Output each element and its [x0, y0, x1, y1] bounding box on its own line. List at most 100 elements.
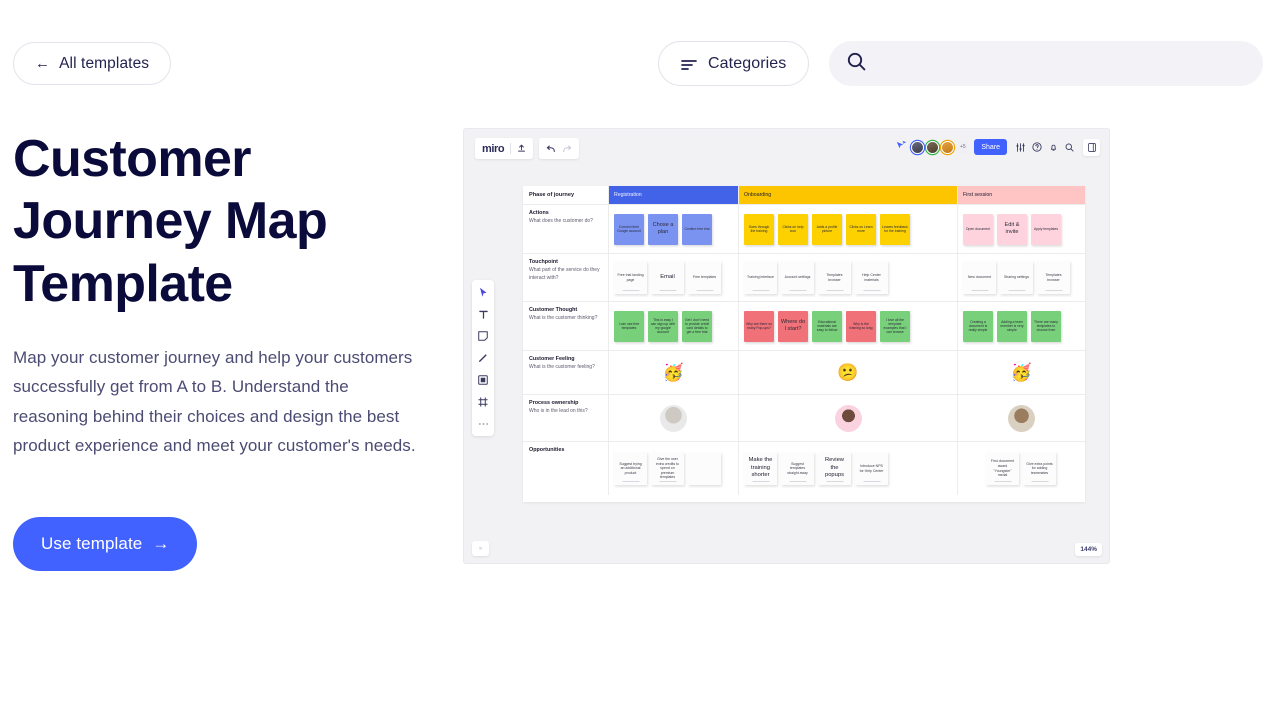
card[interactable]: Give the user extra credits to spend on … — [651, 452, 684, 485]
card[interactable]: Help Center materials — [855, 261, 888, 294]
collaborator-avatars[interactable]: +5 — [911, 140, 970, 154]
phase-label: Registration — [609, 186, 738, 204]
collapse-panel-button[interactable]: » — [472, 541, 489, 556]
card-group[interactable]: Suggest trying an additional product Giv… — [609, 442, 738, 495]
sticky-note[interactable]: Clicks on Learn more — [846, 213, 876, 245]
sticky-note-icon[interactable] — [477, 330, 489, 342]
card[interactable]: Templates browser — [818, 261, 851, 294]
undo-icon[interactable] — [546, 140, 556, 158]
note-group[interactable]: I can use free templates This is easy I … — [609, 302, 738, 350]
cursor-share-icon[interactable] — [895, 138, 907, 156]
card[interactable]: Give extra points for adding teammates — [1023, 452, 1056, 485]
emoji-first-session[interactable]: 🥳 — [958, 351, 1085, 394]
journey-map-table[interactable]: Phase of journey Registration Onboarding… — [523, 186, 1085, 502]
card[interactable] — [688, 452, 721, 485]
cursor-icon[interactable] — [477, 286, 489, 298]
card[interactable]: Suggest templates straight away — [781, 452, 814, 485]
sticky-note[interactable]: Adding a team member is very simple — [997, 310, 1027, 342]
card[interactable]: Suggest trying an additional product — [614, 452, 647, 485]
card-group[interactable]: Make the training shorter Suggest templa… — [739, 442, 957, 495]
sticky-note[interactable]: Adds a profile picture — [812, 213, 842, 245]
avatar[interactable] — [941, 140, 955, 154]
sticky-note[interactable]: I love all the template examples that I … — [880, 310, 910, 342]
sticky-note[interactable]: Confirm free trial — [682, 213, 712, 245]
card[interactable]: Introduce NPS for Help Center — [855, 452, 888, 485]
sticky-note[interactable]: Connect their Google account — [614, 213, 644, 245]
card-group[interactable]: Free trial landing page Email Free templ… — [609, 254, 738, 301]
row-title: Opportunities — [529, 447, 565, 453]
redo-icon[interactable] — [562, 140, 572, 158]
sticky-note[interactable]: Open document — [963, 213, 993, 245]
owner-avatar[interactable] — [834, 404, 862, 432]
table-header-row: Phase of journey Registration Onboarding… — [523, 186, 1085, 205]
search-icon — [847, 52, 866, 76]
sticky-note[interactable]: This is easy I can sign up with my googl… — [648, 310, 678, 342]
sticky-note[interactable]: Where do I start? — [778, 310, 808, 342]
zoom-level-indicator[interactable]: 144% — [1075, 543, 1102, 556]
card[interactable]: First document award "Youngster" medal — [986, 452, 1019, 485]
card[interactable]: Free trial landing page — [614, 261, 647, 294]
sticky-note[interactable]: Leaves feedback for the training — [880, 213, 910, 245]
text-icon[interactable] — [477, 308, 489, 320]
card[interactable]: Templates browser — [1037, 261, 1070, 294]
sticky-note[interactable]: Apply templates — [1031, 213, 1061, 245]
categories-button[interactable]: Categories — [658, 41, 810, 86]
all-templates-back-button[interactable]: ← All templates — [13, 42, 172, 85]
card[interactable]: Free templates — [688, 261, 721, 294]
card[interactable]: Sharing settings — [1000, 261, 1033, 294]
note-group[interactable]: Connect their Google account Chose a pla… — [609, 205, 738, 253]
use-template-button[interactable]: Use template → — [13, 517, 198, 572]
bell-icon[interactable] — [1049, 142, 1058, 152]
avatar[interactable] — [926, 140, 940, 154]
sticky-note[interactable]: Clicks on help icon — [778, 213, 808, 245]
avatar[interactable] — [911, 140, 925, 154]
card-group[interactable]: Training interface Account settings Temp… — [739, 254, 957, 301]
card[interactable]: Email — [651, 261, 684, 294]
owner-avatar[interactable] — [1008, 404, 1035, 432]
pen-icon[interactable] — [477, 352, 489, 364]
shapes-icon[interactable] — [477, 374, 489, 386]
card[interactable]: Review the popups — [818, 452, 851, 485]
upload-icon[interactable] — [517, 140, 526, 158]
board-brand-group[interactable]: miro — [475, 138, 534, 159]
board-left-toolbar[interactable] — [472, 280, 494, 436]
card[interactable]: Make the training shorter — [744, 452, 777, 485]
card[interactable]: Training interface — [744, 261, 777, 294]
owner-avatar[interactable] — [660, 404, 687, 432]
search-bar[interactable] — [829, 41, 1263, 86]
tune-icon[interactable] — [1016, 142, 1025, 152]
note-group[interactable]: Creating a document is really simple Add… — [958, 302, 1085, 350]
sticky-note[interactable]: Why are there so many Pop-ups? — [744, 310, 774, 342]
sticky-note[interactable]: Edit & invite — [997, 213, 1027, 245]
sticky-note[interactable]: Creating a document is really simple — [963, 310, 993, 342]
sticky-note[interactable]: Educational materials are easy to follow — [812, 310, 842, 342]
search-icon[interactable] — [1065, 143, 1074, 152]
row-title: Touchpoint — [529, 259, 558, 265]
search-input[interactable] — [878, 55, 1245, 72]
share-button[interactable]: Share — [974, 139, 1007, 155]
sticky-note[interactable]: There are many templates to choose from — [1031, 310, 1061, 342]
emoji-registration[interactable]: 🥳 — [609, 351, 738, 394]
note-group[interactable]: Open document Edit & invite Apply templa… — [958, 205, 1085, 253]
card-group[interactable]: New document Sharing settings Templates … — [958, 254, 1085, 301]
card[interactable]: New document — [963, 261, 996, 294]
more-icon[interactable] — [477, 418, 489, 430]
board-history-group[interactable] — [539, 138, 580, 159]
panel-toggle-icon[interactable] — [1083, 138, 1100, 156]
emoji-onboarding[interactable]: 😕 — [739, 351, 957, 394]
note-group[interactable]: Goes through the training Clicks on help… — [739, 205, 957, 253]
sticky-note[interactable]: Goes through the training — [744, 213, 774, 245]
sticky-note[interactable]: Chose a plan — [648, 213, 678, 245]
row-title: Customer Thought — [529, 307, 578, 313]
avatar-overflow-badge[interactable]: +5 — [956, 140, 970, 154]
card[interactable]: Account settings — [781, 261, 814, 294]
help-circle-icon[interactable] — [1032, 142, 1042, 152]
sticky-note[interactable]: Get I don't need to provide credit card … — [682, 310, 712, 342]
frame-icon[interactable] — [477, 396, 489, 408]
sticky-note[interactable]: Why is the training so long — [846, 310, 876, 342]
sticky-note[interactable]: I can use free templates — [614, 310, 644, 342]
note-group[interactable]: Why are there so many Pop-ups? Where do … — [739, 302, 957, 350]
board-preview[interactable]: miro +5 Share Phase of journey Registrat… — [463, 128, 1110, 564]
board-toolbar-right: +5 Share — [895, 138, 1100, 156]
card-group[interactable]: First document award "Youngster" medal G… — [958, 442, 1085, 495]
